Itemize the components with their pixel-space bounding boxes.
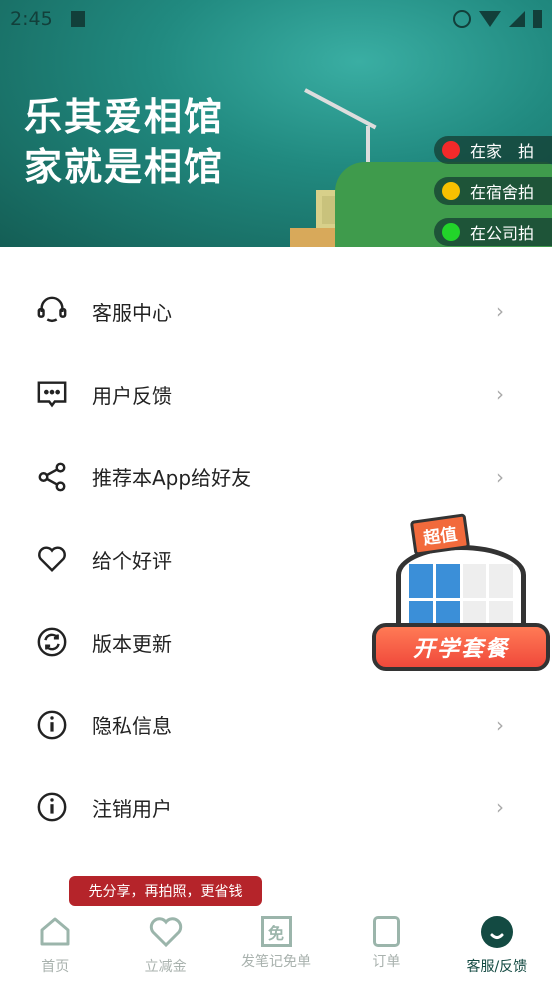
menu-label: 推荐本App给好友 xyxy=(92,466,252,491)
option-office[interactable]: 在公司拍 xyxy=(434,218,552,246)
option-home[interactable]: 在家 拍 xyxy=(434,136,552,164)
info-icon xyxy=(36,709,68,741)
clock: 2:45 xyxy=(10,8,53,30)
chevron-right-icon: › xyxy=(496,795,504,820)
order-icon xyxy=(372,916,400,947)
free-icon: 免 xyxy=(260,916,292,947)
option-label: 在公司拍 xyxy=(470,224,535,243)
promo-title: 开学套餐 xyxy=(412,637,509,662)
chevron-right-icon: › xyxy=(496,712,504,737)
heart-icon xyxy=(149,916,183,952)
share-icon xyxy=(36,461,68,493)
refresh-icon xyxy=(36,626,68,658)
slogan-line2: 家就是相馆 xyxy=(24,144,225,189)
signal-icon xyxy=(509,11,525,27)
tab-label: 首页 xyxy=(41,959,70,975)
battery-icon xyxy=(533,10,542,28)
tab-label: 发笔记免单 xyxy=(241,954,312,970)
menu-item-customer-service[interactable]: 客服中心 › xyxy=(0,270,552,353)
chevron-right-icon: › xyxy=(496,464,504,489)
share-tooltip: 先分享，再拍照，更省钱 xyxy=(69,876,262,914)
option-label: 在宿舍拍 xyxy=(470,183,535,202)
smile-icon xyxy=(480,916,513,952)
menu-label: 隐私信息 xyxy=(92,714,172,739)
tab-discount[interactable]: 立减金 xyxy=(110,906,220,981)
promo-ribbon: 开学套餐 xyxy=(372,623,550,671)
menu-item-delete-account[interactable]: 注销用户 › xyxy=(0,766,552,849)
tooltip-text: 先分享，再拍照，更省钱 xyxy=(88,884,243,900)
tab-label: 客服/反馈 xyxy=(466,959,528,975)
tab-orders[interactable]: 订单 xyxy=(331,906,441,981)
tab-label: 订单 xyxy=(372,954,401,970)
menu-label: 版本更新 xyxy=(92,631,172,656)
info-icon xyxy=(36,791,68,823)
chevron-right-icon: › xyxy=(496,299,504,324)
option-label: 在家 拍 xyxy=(470,142,535,161)
notification-icon xyxy=(70,11,85,27)
dnd-icon xyxy=(453,10,471,28)
menu-label: 给个好评 xyxy=(92,548,172,573)
status-bar: 2:45 xyxy=(10,6,542,32)
message-icon xyxy=(36,378,68,410)
menu-item-share[interactable]: 推荐本App给好友 › xyxy=(0,435,552,518)
menu-item-privacy[interactable]: 隐私信息 › xyxy=(0,683,552,766)
chevron-right-icon: › xyxy=(496,382,504,407)
red-dot-icon xyxy=(442,141,460,159)
banner[interactable]: 2:45 乐其爱相馆 家就是相馆 在家 拍 在宿舍拍 在公司拍 xyxy=(0,0,552,247)
home-icon xyxy=(39,916,71,952)
tab-service-feedback[interactable]: 客服/反馈 xyxy=(442,906,552,981)
green-dot-icon xyxy=(442,223,460,241)
desk xyxy=(290,228,340,247)
yellow-dot-icon xyxy=(442,182,460,200)
menu-label: 客服中心 xyxy=(92,300,172,325)
promo-sticker[interactable]: 超值 开学套餐 xyxy=(372,513,550,685)
menu-label: 注销用户 xyxy=(92,796,172,821)
menu-label: 用户反馈 xyxy=(92,383,172,408)
wifi-icon xyxy=(479,11,501,27)
heart-icon xyxy=(36,543,68,575)
headset-icon xyxy=(36,295,68,327)
slogan-line1: 乐其爱相馆 xyxy=(24,94,225,139)
tab-home[interactable]: 首页 xyxy=(0,906,110,981)
tab-free-note[interactable]: 免 发笔记免单 xyxy=(221,906,331,981)
bottom-tab-bar: 首页 立减金 免 发笔记免单 订单 客服/反馈 xyxy=(0,906,552,981)
menu-item-feedback[interactable]: 用户反馈 › xyxy=(0,353,552,436)
slogan: 乐其爱相馆 家就是相馆 xyxy=(24,92,224,192)
option-dorm[interactable]: 在宿舍拍 xyxy=(434,177,552,205)
tab-label: 立减金 xyxy=(144,959,187,975)
lamp xyxy=(304,88,377,130)
